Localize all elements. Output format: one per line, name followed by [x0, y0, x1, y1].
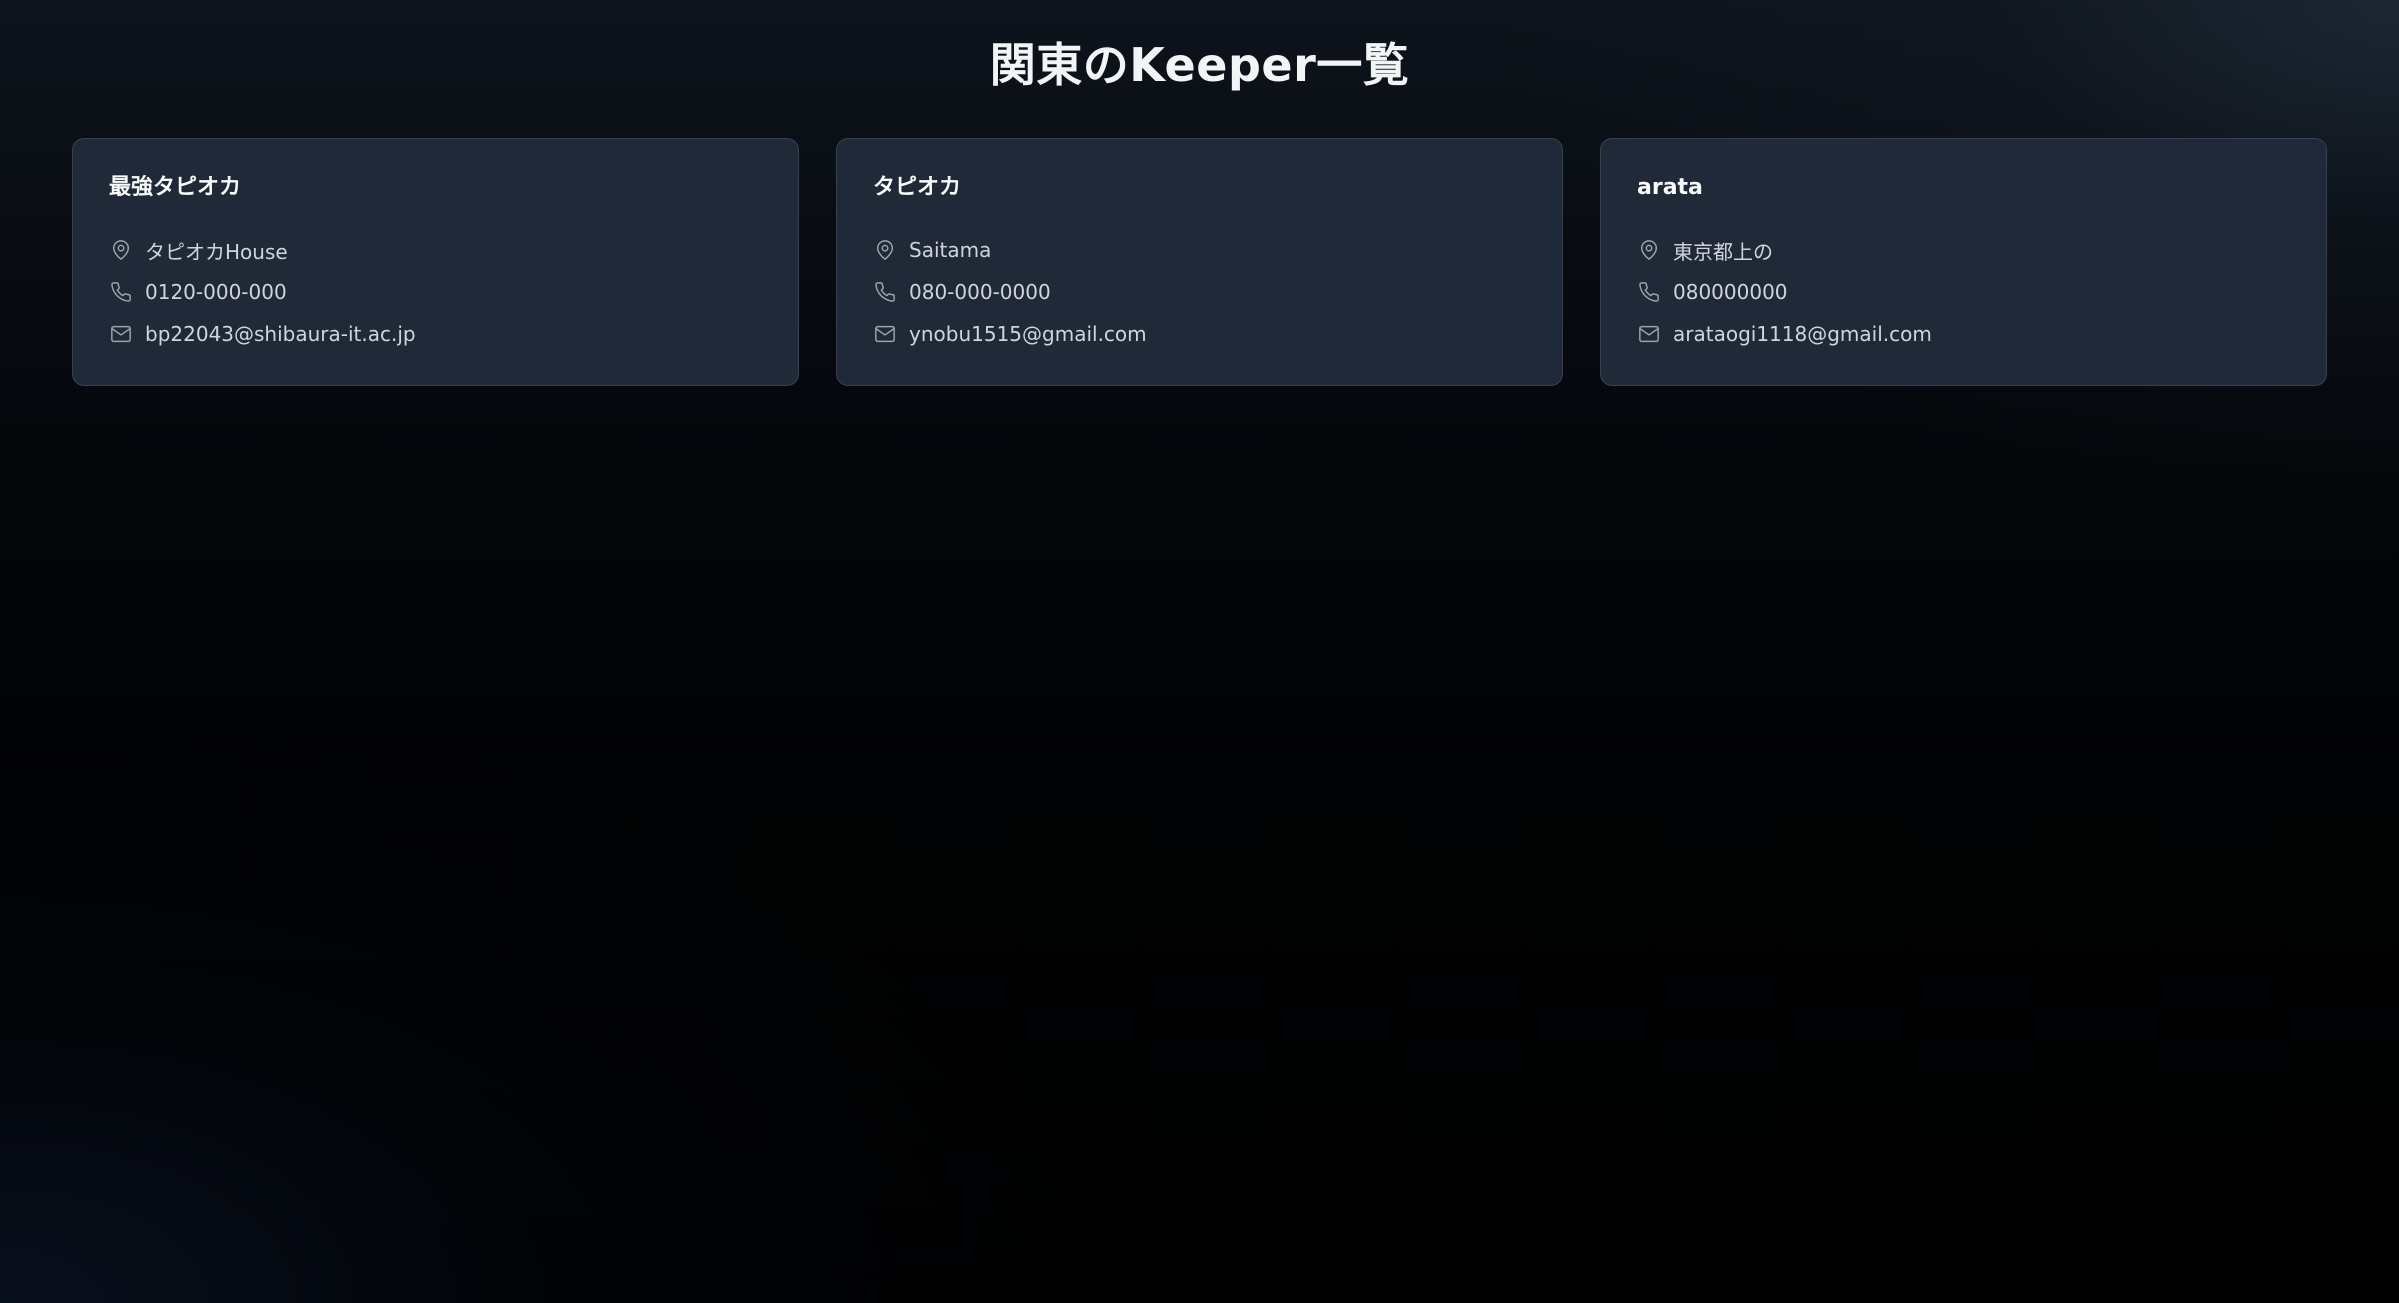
keeper-email-row: arataogi1118@gmail.com: [1637, 313, 2290, 355]
keeper-address: Saitama: [909, 238, 992, 262]
keeper-email: arataogi1118@gmail.com: [1673, 322, 1932, 346]
keeper-address: 東京都上の: [1673, 239, 1773, 264]
keeper-phone: 080-000-0000: [909, 280, 1051, 304]
keeper-email: ynobu1515@gmail.com: [909, 322, 1147, 346]
phone-icon: [109, 280, 133, 304]
keeper-phone-row: 080-000-0000: [873, 271, 1526, 313]
mail-icon: [109, 322, 133, 346]
mail-icon: [873, 322, 897, 346]
keeper-name: タピオカ: [873, 175, 962, 200]
keeper-card[interactable]: タピオカ Saitama 080-000-0000 ynobu1515@gmai…: [836, 138, 1563, 386]
keeper-address-row: 東京都上の: [1637, 229, 2290, 271]
keeper-phone-row: 080000000: [1637, 271, 2290, 313]
keeper-email-row: ynobu1515@gmail.com: [873, 313, 1526, 355]
keeper-address-row: Saitama: [873, 229, 1526, 271]
keeper-phone-row: 0120-000-000: [109, 271, 762, 313]
phone-icon: [873, 280, 897, 304]
phone-icon: [1637, 280, 1661, 304]
keeper-card[interactable]: 最強タピオカ タピオカHouse 0120-000-000 bp22043@sh…: [72, 138, 799, 386]
keeper-card-list: 最強タピオカ タピオカHouse 0120-000-000 bp22043@sh…: [72, 138, 2328, 386]
keeper-address-row: タピオカHouse: [109, 229, 762, 271]
keeper-phone: 0120-000-000: [145, 280, 287, 304]
keeper-address: タピオカHouse: [145, 239, 288, 264]
map-pin-icon: [109, 238, 133, 262]
keeper-email-row: bp22043@shibaura-it.ac.jp: [109, 313, 762, 355]
keeper-card[interactable]: arata 東京都上の 080000000 arataogi1118@gmail…: [1600, 138, 2327, 386]
keeper-name: arata: [1637, 175, 1703, 200]
map-pin-icon: [1637, 238, 1661, 262]
keeper-name: 最強タピオカ: [109, 175, 242, 200]
keeper-email: bp22043@shibaura-it.ac.jp: [145, 322, 416, 346]
keeper-phone: 080000000: [1673, 280, 1788, 304]
map-pin-icon: [873, 238, 897, 262]
mail-icon: [1637, 322, 1661, 346]
page-title: 関東のKeeper一覧: [989, 38, 1410, 92]
